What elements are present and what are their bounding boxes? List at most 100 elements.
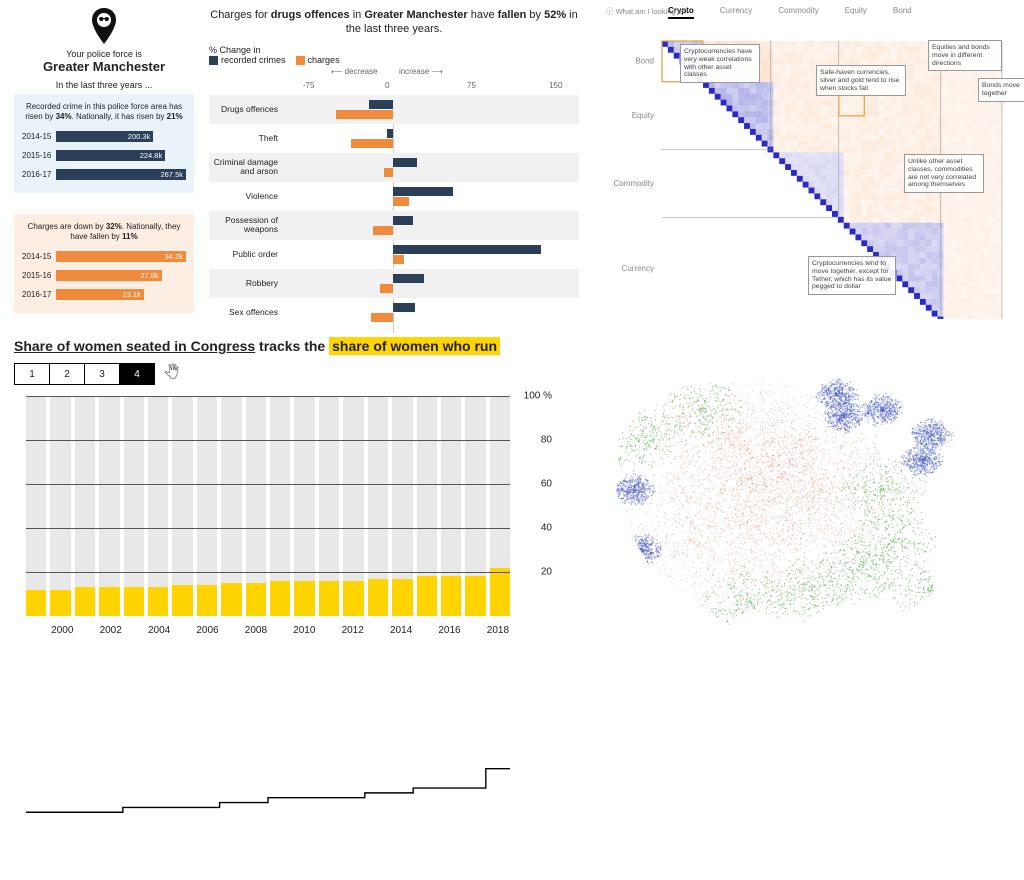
y-tick-label: 20 [541, 567, 552, 578]
x-tick-label: 2016 [438, 625, 460, 636]
diverging-row-label: Drugs offences [209, 95, 284, 124]
congress-run-line [26, 396, 510, 880]
axis-tick: 0 [385, 81, 389, 90]
x-tick-label: 2014 [390, 625, 412, 636]
pager-button-2[interactable]: 2 [49, 363, 85, 385]
diverging-axis: ⟵ decreaseincrease ⟶-75075150 [209, 67, 579, 95]
congress-panel: Share of women seated in Congress tracks… [14, 338, 554, 658]
us-map-svg [582, 340, 1016, 658]
mini-bar-row: 2014-15200.3k [22, 128, 186, 145]
diverging-row: Possession of weapons [209, 211, 579, 240]
diverging-bar [393, 197, 409, 206]
correlation-heatmap: ⓘ What am I looking at? CryptoCurrencyCo… [598, 6, 1014, 326]
congress-area-chart: 20406080100 %200020022004200620082010201… [14, 396, 554, 640]
diverging-row: Public order [209, 240, 579, 269]
congress-title-mid: tracks the [255, 338, 329, 354]
diverging-row: Theft [209, 124, 579, 153]
police-force-name: Greater Manchester [14, 59, 194, 74]
diverging-legend: % Change in recorded crimes charges [209, 45, 579, 65]
svg-text:Commodity: Commodity [614, 179, 654, 188]
y-tick-label: 80 [541, 435, 552, 446]
heatmap-tab-commodity[interactable]: Commodity [778, 6, 818, 19]
diverging-row-label: Violence [209, 182, 284, 211]
diverging-bar [371, 313, 393, 322]
pager-button-4[interactable]: 4 [119, 363, 155, 385]
legend-recorded-label: recorded crimes [221, 55, 286, 65]
y-tick-label: 60 [541, 479, 552, 490]
x-tick-label: 2000 [51, 625, 73, 636]
diverging-bar [387, 129, 392, 138]
charges-card: Charges are down by 32%. Nationally, the… [14, 214, 194, 313]
heatmap-note-2: Safe-haven currencies, silver and gold t… [816, 65, 906, 96]
x-tick-label: 2010 [293, 625, 315, 636]
x-tick-label: 2004 [148, 625, 170, 636]
heatmap-note-6: Cryptocurrencies tend to move together, … [808, 256, 896, 295]
diverging-bar [393, 245, 541, 254]
mini-bar-year: 2014-15 [22, 132, 56, 141]
y-tick-label: 100 % [524, 391, 552, 402]
recorded-crime-card: Recorded crime in this police force area… [14, 94, 194, 193]
mini-bar-row: 2015-1627.8k [22, 267, 186, 284]
x-tick-label: 2002 [100, 625, 122, 636]
heatmap-note-5: Unlike other asset classes, commodities … [904, 154, 984, 193]
diverging-bar [393, 158, 417, 167]
heatmap-note-4: Bonds move together [978, 78, 1024, 102]
legend-swatch-charges [296, 56, 305, 65]
diverging-row: Criminal damage and arson [209, 153, 579, 182]
diverging-rows: Drugs offencesTheftCriminal damage and a… [209, 95, 579, 333]
diverging-bar [393, 274, 424, 283]
mini-bar-year: 2015-16 [22, 151, 56, 160]
charges-bars: 2014-1534.2k2015-1627.8k2016-1723.1k [22, 248, 186, 303]
pager-button-3[interactable]: 3 [84, 363, 120, 385]
diverging-row-label: Sex offences [209, 298, 284, 327]
x-tick-label: 2018 [487, 625, 509, 636]
diverging-bar [336, 110, 393, 119]
heatmap-tab-bond[interactable]: Bond [893, 6, 912, 19]
diverging-row-label: Robbery [209, 269, 284, 298]
diverging-row: Violence [209, 182, 579, 211]
heatmap-note-3: Equities and bonds move in different dir… [928, 40, 1002, 71]
legend-swatch-recorded [209, 56, 218, 65]
charges-caption: Charges are down by 32%. Nationally, the… [22, 222, 186, 242]
x-tick-label: 2012 [342, 625, 364, 636]
heatmap-hint[interactable]: ⓘ What am I looking at? [606, 6, 688, 17]
pager-button-1[interactable]: 1 [14, 363, 50, 385]
diverging-row-label: Public order [209, 240, 284, 269]
diverging-row-label: Possession of weapons [209, 211, 284, 240]
police-panel: Your police force is Greater Manchester … [14, 8, 584, 330]
recorded-crime-caption: Recorded crime in this police force area… [22, 102, 186, 122]
svg-text:Currency: Currency [622, 264, 654, 273]
x-tick-label: 2006 [196, 625, 218, 636]
diverging-row: Robbery [209, 269, 579, 298]
congress-title-highlight: share of women who run [329, 337, 500, 355]
map-pin-icon [90, 8, 118, 44]
audio-icon[interactable]: 🖑 [164, 362, 179, 386]
diverging-row: Drugs offences [209, 95, 579, 124]
svg-text:Bond: Bond [635, 57, 654, 66]
mini-bar-year: 2015-16 [22, 271, 56, 280]
mini-bar-year: 2016-17 [22, 290, 56, 299]
heatmap-note-1: Cryptocurrencies have very weak correlat… [680, 44, 760, 83]
congress-pager: 1234 🖑 [14, 362, 554, 386]
mini-bar-row: 2016-1723.1k [22, 286, 186, 303]
diverging-title: Charges for drugs offences in Greater Ma… [209, 8, 579, 37]
heatmap-tabs: CryptoCurrencyCommodityEquityBond [668, 6, 1014, 19]
diverging-bar [384, 168, 393, 177]
heatmap-tab-equity[interactable]: Equity [845, 6, 867, 19]
diverging-row: Sex offences [209, 298, 579, 327]
police-header-line1: Your police force is [14, 49, 194, 59]
us-dot-map [582, 340, 1016, 658]
axis-tick: 150 [549, 81, 562, 90]
diverging-bar [393, 216, 413, 225]
mini-bar-year: 2014-15 [22, 252, 56, 261]
mini-bar-row: 2015-16224.8k [22, 147, 186, 164]
diverging-row-label: Theft [209, 124, 284, 153]
mini-bar-row: 2016-17267.5k [22, 166, 186, 183]
diverging-bar [393, 187, 453, 196]
axis-tick: 75 [467, 81, 476, 90]
svg-text:Equity: Equity [632, 111, 654, 120]
police-header: Your police force is Greater Manchester … [14, 8, 194, 90]
diverging-row-label: Criminal damage and arson [209, 153, 284, 182]
heatmap-tab-currency[interactable]: Currency [720, 6, 752, 19]
mini-bar-year: 2016-17 [22, 170, 56, 179]
